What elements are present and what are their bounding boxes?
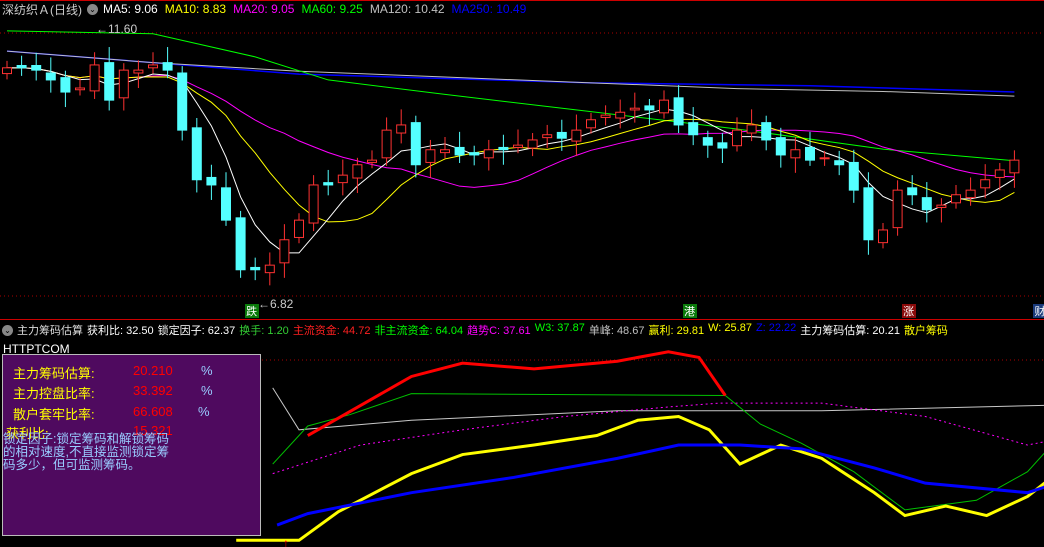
info-unit: % bbox=[201, 363, 213, 378]
info-value: 33.392 bbox=[133, 383, 173, 398]
info-value: 20.210 bbox=[133, 363, 173, 378]
info-note: 锁定因子:锁定筹码和解锁筹码的相对速度,不直接监测锁定筹码多少，但可监测筹码。 bbox=[3, 432, 169, 472]
info-label: 主力控盘比率: bbox=[13, 386, 95, 401]
info-unit: % bbox=[201, 383, 213, 398]
info-unit: % bbox=[198, 404, 210, 419]
info-box: 主力筹码估算: 20.210 % 主力控盘比率: 33.392 % 散户套牢比率… bbox=[2, 354, 261, 536]
up-arrow-icon: ↑ bbox=[283, 536, 289, 547]
yellow-series bbox=[236, 414, 1044, 542]
info-value: 66.608 bbox=[133, 404, 173, 419]
info-label: 散户套牢比率: bbox=[13, 407, 95, 422]
white-series bbox=[272, 387, 1044, 431]
red-series bbox=[307, 350, 727, 437]
info-label: 主力筹码估算: bbox=[13, 366, 95, 381]
magenta-series bbox=[272, 402, 1044, 475]
